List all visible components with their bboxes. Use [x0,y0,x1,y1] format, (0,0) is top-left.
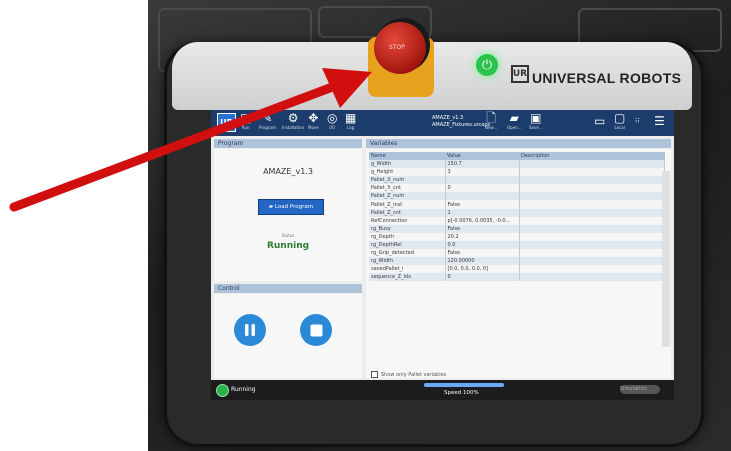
arrow-shaft [9,81,340,212]
red-arrow-annotation [9,68,372,212]
